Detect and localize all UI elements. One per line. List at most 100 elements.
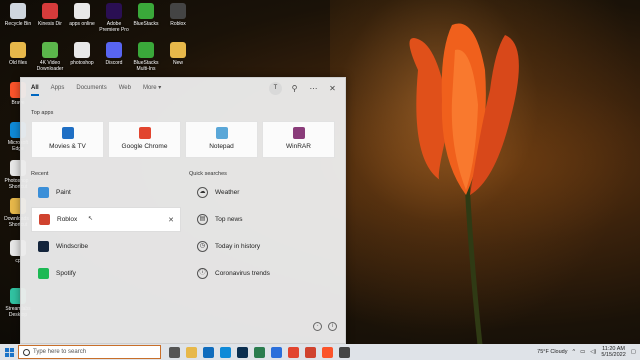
top-app-tile[interactable]: Movies & TV bbox=[31, 121, 104, 158]
recent-item-label: Roblox bbox=[57, 216, 78, 223]
desktop-icon[interactable]: New bbox=[163, 42, 193, 72]
search-icon bbox=[23, 348, 30, 356]
desktop-icon[interactable]: Old files bbox=[3, 42, 33, 72]
app-icon bbox=[74, 42, 90, 58]
desktop-icon[interactable]: BlueStacks bbox=[131, 3, 161, 33]
taskbar-chrome-icon[interactable] bbox=[288, 346, 299, 358]
recent-list: Paint Roblox ✕ ↖ Windscribe Spotify bbox=[31, 180, 181, 288]
desktop-icon[interactable]: Roblox bbox=[163, 3, 193, 33]
desktop-icon[interactable]: photoshop bbox=[67, 42, 97, 72]
recent-item-label: Windscribe bbox=[56, 243, 89, 250]
desktop-icon-label: BlueStacks Multi-Ins bbox=[133, 60, 159, 72]
quick-searches-list: ☁ Weather ▤ Top news ◷ Today in history ⓘ Coron… bbox=[191, 180, 336, 288]
close-icon[interactable]: ✕ bbox=[326, 82, 339, 95]
taskbar-file-explorer-icon[interactable] bbox=[186, 346, 197, 358]
recent-heading: Recent bbox=[31, 171, 49, 177]
desktop-icon-label: Roblox bbox=[170, 21, 186, 27]
desktop-icon-label: Discord bbox=[105, 60, 123, 66]
account-avatar[interactable]: T bbox=[269, 82, 282, 95]
info-icon[interactable]: i bbox=[328, 322, 337, 331]
weather-widget[interactable]: 75°F Cloudy bbox=[537, 349, 567, 355]
desktop-icon-label: BlueStacks bbox=[133, 21, 159, 27]
desktop-icon-label: photoshop bbox=[70, 60, 94, 66]
app-icon bbox=[106, 3, 122, 19]
quick-search-label: Top news bbox=[215, 216, 243, 223]
remove-icon[interactable]: ✕ bbox=[168, 216, 174, 224]
top-app-label: Movies & TV bbox=[49, 143, 86, 150]
quick-search-item[interactable]: ▤ Top news bbox=[191, 207, 336, 232]
search-menu: All Apps Documents Web More ▾ T ⚲ ⋯ ✕ To… bbox=[20, 77, 346, 344]
quick-search-icon: ☁ bbox=[197, 187, 208, 198]
desktop-icon-label: Adobe Premiere Pro bbox=[99, 21, 129, 33]
tab-all[interactable]: All bbox=[31, 78, 39, 98]
settings-icon[interactable]: ◦ bbox=[313, 322, 322, 331]
app-icon bbox=[42, 42, 58, 58]
recent-item[interactable]: Spotify bbox=[31, 261, 181, 286]
taskbar-roblox-icon[interactable] bbox=[305, 346, 316, 358]
taskbar-edge-icon[interactable] bbox=[220, 346, 231, 358]
network-icon[interactable]: ▭ bbox=[580, 349, 585, 355]
desktop-icon[interactable]: Discord bbox=[99, 42, 129, 72]
desktop-icon-label: apps online bbox=[69, 21, 95, 27]
app-icon bbox=[38, 241, 49, 252]
quick-searches-heading: Quick searches bbox=[189, 171, 227, 177]
quick-search-item[interactable]: ☁ Weather bbox=[191, 180, 336, 205]
tray-chevron-icon[interactable]: ^ bbox=[572, 349, 575, 355]
app-icon bbox=[10, 42, 26, 58]
app-icon bbox=[39, 214, 50, 225]
taskbar-roblox-studio-icon[interactable] bbox=[339, 346, 350, 358]
taskbar-task-view-icon[interactable] bbox=[169, 346, 180, 358]
top-app-label: Google Chrome bbox=[121, 143, 168, 150]
quick-search-icon: ◷ bbox=[197, 241, 208, 252]
top-app-tile[interactable]: WinRAR bbox=[262, 121, 335, 158]
quick-search-item[interactable]: ⓘ Coronavirus trends bbox=[191, 261, 336, 286]
feedback-icon[interactable]: ⚲ bbox=[288, 82, 301, 95]
top-apps: Movies & TV Google Chrome Notepad WinRAR bbox=[31, 121, 335, 158]
app-icon bbox=[138, 127, 151, 139]
taskbar-photoshop-icon[interactable] bbox=[237, 346, 248, 358]
top-apps-heading: Top apps bbox=[31, 110, 54, 116]
desktop-icon[interactable]: BlueStacks Multi-Ins bbox=[131, 42, 161, 72]
app-icon bbox=[170, 42, 186, 58]
app-icon bbox=[61, 127, 74, 139]
tab-web[interactable]: Web bbox=[119, 78, 131, 98]
app-icon bbox=[138, 3, 154, 19]
quick-search-icon: ⓘ bbox=[197, 268, 208, 279]
volume-icon[interactable]: ◁) bbox=[590, 349, 596, 355]
taskbar-camera-icon[interactable] bbox=[254, 346, 265, 358]
tab-more[interactable]: More ▾ bbox=[143, 78, 161, 98]
recent-item-label: Spotify bbox=[56, 270, 76, 277]
tulip-wallpaper bbox=[409, 23, 519, 345]
taskbar-brave-icon[interactable] bbox=[322, 346, 333, 358]
mouse-cursor-icon: ↖ bbox=[88, 216, 94, 222]
recent-item[interactable]: Windscribe bbox=[31, 234, 181, 259]
recent-item[interactable]: Roblox ✕ ↖ bbox=[31, 207, 181, 232]
desktop-icon[interactable]: apps online bbox=[67, 3, 97, 33]
desktop-icon[interactable]: Adobe Premiere Pro bbox=[99, 3, 129, 33]
app-icon bbox=[170, 3, 186, 19]
quick-search-label: Weather bbox=[215, 189, 240, 196]
clock[interactable]: 11:20 AM 5/15/2022 bbox=[601, 346, 625, 358]
taskbar-apps bbox=[169, 346, 350, 358]
tab-apps[interactable]: Apps bbox=[51, 78, 65, 98]
desktop-icon[interactable]: 4K Video Downloader bbox=[35, 42, 65, 72]
desktop-icon[interactable]: Recycle Bin bbox=[3, 3, 33, 33]
recent-item[interactable]: Paint bbox=[31, 180, 181, 205]
top-app-tile[interactable]: Notepad bbox=[185, 121, 258, 158]
notifications-icon[interactable]: ▢ bbox=[631, 349, 636, 355]
quick-search-label: Coronavirus trends bbox=[215, 270, 270, 277]
quick-search-item[interactable]: ◷ Today in history bbox=[191, 234, 336, 259]
start-button[interactable] bbox=[0, 344, 18, 360]
desktop-icon-label: Kinesis Dir bbox=[38, 21, 62, 27]
desktop-icon-label: New bbox=[172, 60, 183, 66]
taskbar-search-box[interactable]: Type here to search bbox=[18, 345, 161, 359]
taskbar-mail-icon[interactable] bbox=[203, 346, 214, 358]
quick-search-label: Today in history bbox=[215, 243, 261, 250]
top-app-tile[interactable]: Google Chrome bbox=[108, 121, 181, 158]
tab-documents[interactable]: Documents bbox=[76, 78, 106, 98]
more-options-icon[interactable]: ⋯ bbox=[307, 82, 320, 95]
clock-date: 5/15/2022 bbox=[601, 352, 626, 358]
desktop-icon-label: 4K Video Downloader bbox=[36, 60, 64, 72]
desktop-icon[interactable]: Kinesis Dir bbox=[35, 3, 65, 33]
taskbar-store-icon[interactable] bbox=[271, 346, 282, 358]
